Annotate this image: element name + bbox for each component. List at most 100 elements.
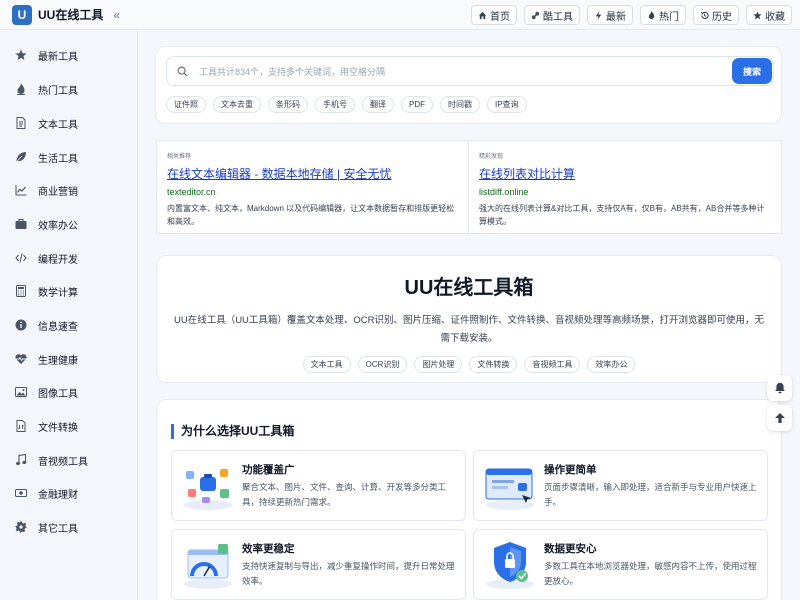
- sidebar-item-text-tools[interactable]: 文本工具: [0, 108, 138, 138]
- nav-label: 酷工具: [543, 11, 573, 23]
- nav-cool-tools-button[interactable]: 酷工具: [524, 5, 580, 25]
- ad-url[interactable]: texteditor.cn: [167, 187, 458, 197]
- sidebar-item-info-lookup[interactable]: 信息速查: [0, 310, 138, 340]
- feature-title: 效率更稳定: [242, 543, 295, 555]
- heart-pulse-icon: [15, 354, 27, 364]
- nav-history-button[interactable]: 历史: [693, 5, 739, 25]
- feature-card-simple: 操作更简单 页面步骤清晰，输入即处理，适合新手与专业用户快速上手。: [473, 450, 768, 521]
- sidebar-item-label: 生理健康: [38, 355, 78, 367]
- sidebar-item-latest-tools[interactable]: 最新工具: [0, 40, 138, 70]
- notification-button[interactable]: [767, 375, 792, 401]
- hero-tag[interactable]: 文件转换: [469, 356, 518, 373]
- site-title[interactable]: UU在线工具: [38, 6, 103, 23]
- nav-label: 热门: [659, 11, 679, 23]
- sidebar-item-label: 编程开发: [38, 254, 78, 266]
- sidebar-item-programming[interactable]: 编程开发: [0, 243, 138, 273]
- sidebar-item-label: 金融理财: [38, 489, 78, 501]
- search-chip[interactable]: 条形码: [268, 96, 308, 113]
- search-input[interactable]: [199, 63, 719, 81]
- music-icon: [16, 454, 27, 465]
- sidebar-item-life-tools[interactable]: 生活工具: [0, 142, 138, 172]
- hero-tag[interactable]: OCR识别: [357, 356, 408, 373]
- search-chip[interactable]: IP查询: [487, 96, 527, 113]
- sidebar-item-label: 文件转换: [38, 422, 78, 434]
- nav-hot-button[interactable]: 热门: [640, 5, 686, 25]
- search-icon: [177, 66, 188, 77]
- sidebar-item-label: 文本工具: [38, 119, 78, 131]
- nav-home-button[interactable]: 首页: [471, 5, 517, 25]
- sidebar-item-label: 其它工具: [38, 523, 78, 535]
- search-card: 搜索 证件照 文本去重 条形码 手机号 翻译 PDF 时间戳 IP查询: [155, 46, 782, 124]
- main-content: 搜索 证件照 文本去重 条形码 手机号 翻译 PDF 时间戳 IP查询 相关推荐…: [138, 30, 800, 600]
- sidebar-item-label: 最新工具: [38, 51, 78, 63]
- feature-title: 操作更简单: [544, 464, 597, 476]
- sidebar-item-label: 图像工具: [38, 388, 78, 400]
- logo-letter: U: [17, 7, 27, 22]
- why-choose-section: 为什么选择UU工具箱 功能覆盖广 聚合文本、图片、文件、查询、计算、开发等多分类…: [156, 399, 782, 600]
- file-convert-icon: [16, 420, 26, 432]
- search-button[interactable]: 搜索: [732, 58, 772, 84]
- sidebar-item-other-tools[interactable]: 其它工具: [0, 512, 138, 542]
- feature-description: 支持快速复制与导出，减少重复操作时间，提升日常处理效率。: [242, 561, 455, 586]
- search-chip[interactable]: 时间戳: [440, 96, 480, 113]
- sidebar-item-finance[interactable]: 金融理财: [0, 478, 138, 508]
- search-chip[interactable]: 证件照: [166, 96, 206, 113]
- logo[interactable]: U: [12, 4, 32, 25]
- search-box: 搜索: [166, 56, 774, 86]
- bell-icon: [774, 382, 785, 394]
- nav-latest-button[interactable]: 最新: [587, 5, 633, 25]
- nav-favorites-button[interactable]: 收藏: [746, 5, 792, 25]
- hero-tag[interactable]: 图片处理: [414, 356, 463, 373]
- search-chips: 证件照 文本去重 条形码 手机号 翻译 PDF 时间戳 IP查询: [166, 96, 527, 113]
- ad-title-link[interactable]: 在线文本编辑器 - 数据本地存储 | 安全无忧: [167, 165, 458, 182]
- feature-card-efficiency: 效率更稳定 支持快速复制与导出，减少重复操作时间，提升日常处理效率。: [171, 529, 466, 600]
- search-chip[interactable]: 翻译: [362, 96, 394, 113]
- sidebar-item-image-tools[interactable]: 图像工具: [0, 377, 138, 407]
- sidebar-item-label: 数学计算: [38, 287, 78, 299]
- star-icon: [753, 10, 762, 19]
- sidebar-item-office-efficiency[interactable]: 效率办公: [0, 209, 138, 239]
- money-icon: [15, 489, 27, 497]
- feature-title: 数据更安心: [544, 543, 597, 555]
- hero-tag[interactable]: 文本工具: [302, 356, 351, 373]
- chart-line-icon: [15, 185, 27, 196]
- hero-title: UU在线工具箱: [404, 277, 534, 299]
- hero-description: UU在线工具（UU工具箱）覆盖文本处理、OCR识别、图片压缩、证件照制作、文件转…: [173, 315, 765, 344]
- sidebar-item-label: 效率办公: [38, 220, 78, 232]
- fire-icon: [17, 83, 25, 95]
- top-nav: 首页 酷工具 最新 热门 历史 收藏: [471, 5, 792, 25]
- sidebar-item-label: 热门工具: [38, 85, 78, 97]
- arrow-up-icon: [774, 413, 785, 423]
- hero-tag[interactable]: 音视频工具: [524, 356, 581, 373]
- home-icon: [478, 11, 487, 19]
- gear-icon: [15, 521, 27, 533]
- top-bar: U UU在线工具 « 首页 酷工具 最新 热门 历史 收藏: [0, 0, 800, 30]
- feature-description: 聚合文本、图片、文件、查询、计算、开发等多分类工具，持续更新热门需求。: [242, 482, 447, 507]
- sidebar-item-math[interactable]: 数学计算: [0, 276, 138, 306]
- sidebar-item-label: 信息速查: [38, 321, 78, 333]
- sidebar-item-hot-tools[interactable]: 热门工具: [0, 74, 138, 104]
- link-icon: [531, 11, 540, 19]
- search-chip[interactable]: 手机号: [315, 96, 355, 113]
- search-chip[interactable]: 文本去重: [213, 96, 261, 113]
- nav-label: 首页: [490, 11, 510, 23]
- info-icon: [15, 319, 27, 331]
- hero-tag[interactable]: 效率办公: [587, 356, 636, 373]
- collapse-sidebar-button[interactable]: «: [113, 8, 120, 22]
- feature-title: 功能覆盖广: [242, 464, 295, 476]
- sidebar-item-health[interactable]: 生理健康: [0, 344, 138, 374]
- search-chip[interactable]: PDF: [401, 96, 433, 113]
- nav-label: 最新: [606, 11, 626, 23]
- sidebar-item-label: 生活工具: [38, 153, 78, 165]
- sidebar-item-business-marketing[interactable]: 商业营销: [0, 175, 138, 205]
- ad-title-link[interactable]: 在线列表对比计算: [479, 165, 771, 182]
- calculator-icon: [16, 285, 26, 297]
- back-to-top-button[interactable]: [767, 405, 792, 431]
- sidebar-item-audio-video[interactable]: 音视频工具: [0, 445, 138, 475]
- feature-description: 页面步骤清晰，输入即处理，适合新手与专业用户快速上手。: [544, 482, 757, 507]
- feature-card-security: 数据更安心 多数工具在本地浏览器处理，敏感内容不上传，使用过程更放心。: [473, 529, 768, 600]
- nav-label: 收藏: [765, 11, 785, 23]
- sidebar-item-file-convert[interactable]: 文件转换: [0, 411, 138, 441]
- ad-card-texteditor: 相关推荐 在线文本编辑器 - 数据本地存储 | 安全无忧 texteditor.…: [156, 140, 469, 234]
- ad-url[interactable]: listdiff.online: [479, 187, 771, 197]
